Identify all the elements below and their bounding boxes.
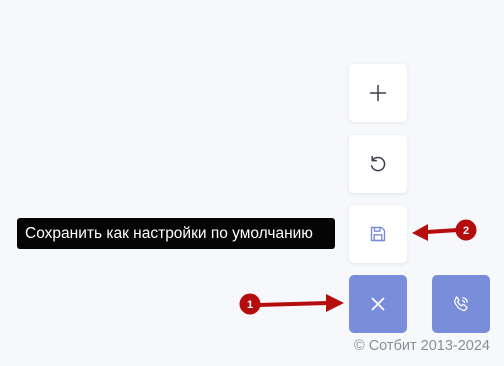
annotation-layer: 1 2 <box>239 219 477 315</box>
phone-icon <box>453 296 468 312</box>
floppy-disk-icon <box>370 226 386 242</box>
close-button[interactable] <box>349 275 407 333</box>
callback-button[interactable] <box>432 275 490 333</box>
annotation-badge-2: 2 <box>463 225 469 237</box>
close-icon <box>371 297 385 311</box>
reset-button[interactable] <box>349 135 407 193</box>
reset-icon <box>370 155 386 172</box>
settings-panel: Сохранить как настройки по умолчанию 1 2… <box>0 0 504 366</box>
save-default-tooltip: Сохранить как настройки по умолчанию <box>17 218 335 249</box>
copyright-text: © Сотбит 2013-2024 <box>354 338 490 354</box>
plus-icon <box>369 84 387 102</box>
annotation-arrow-1: 1 <box>239 293 344 315</box>
annotation-badge-1: 1 <box>247 299 253 311</box>
add-button[interactable] <box>349 64 407 122</box>
annotation-arrow-2: 2 <box>412 219 477 241</box>
save-default-button[interactable] <box>349 205 407 263</box>
